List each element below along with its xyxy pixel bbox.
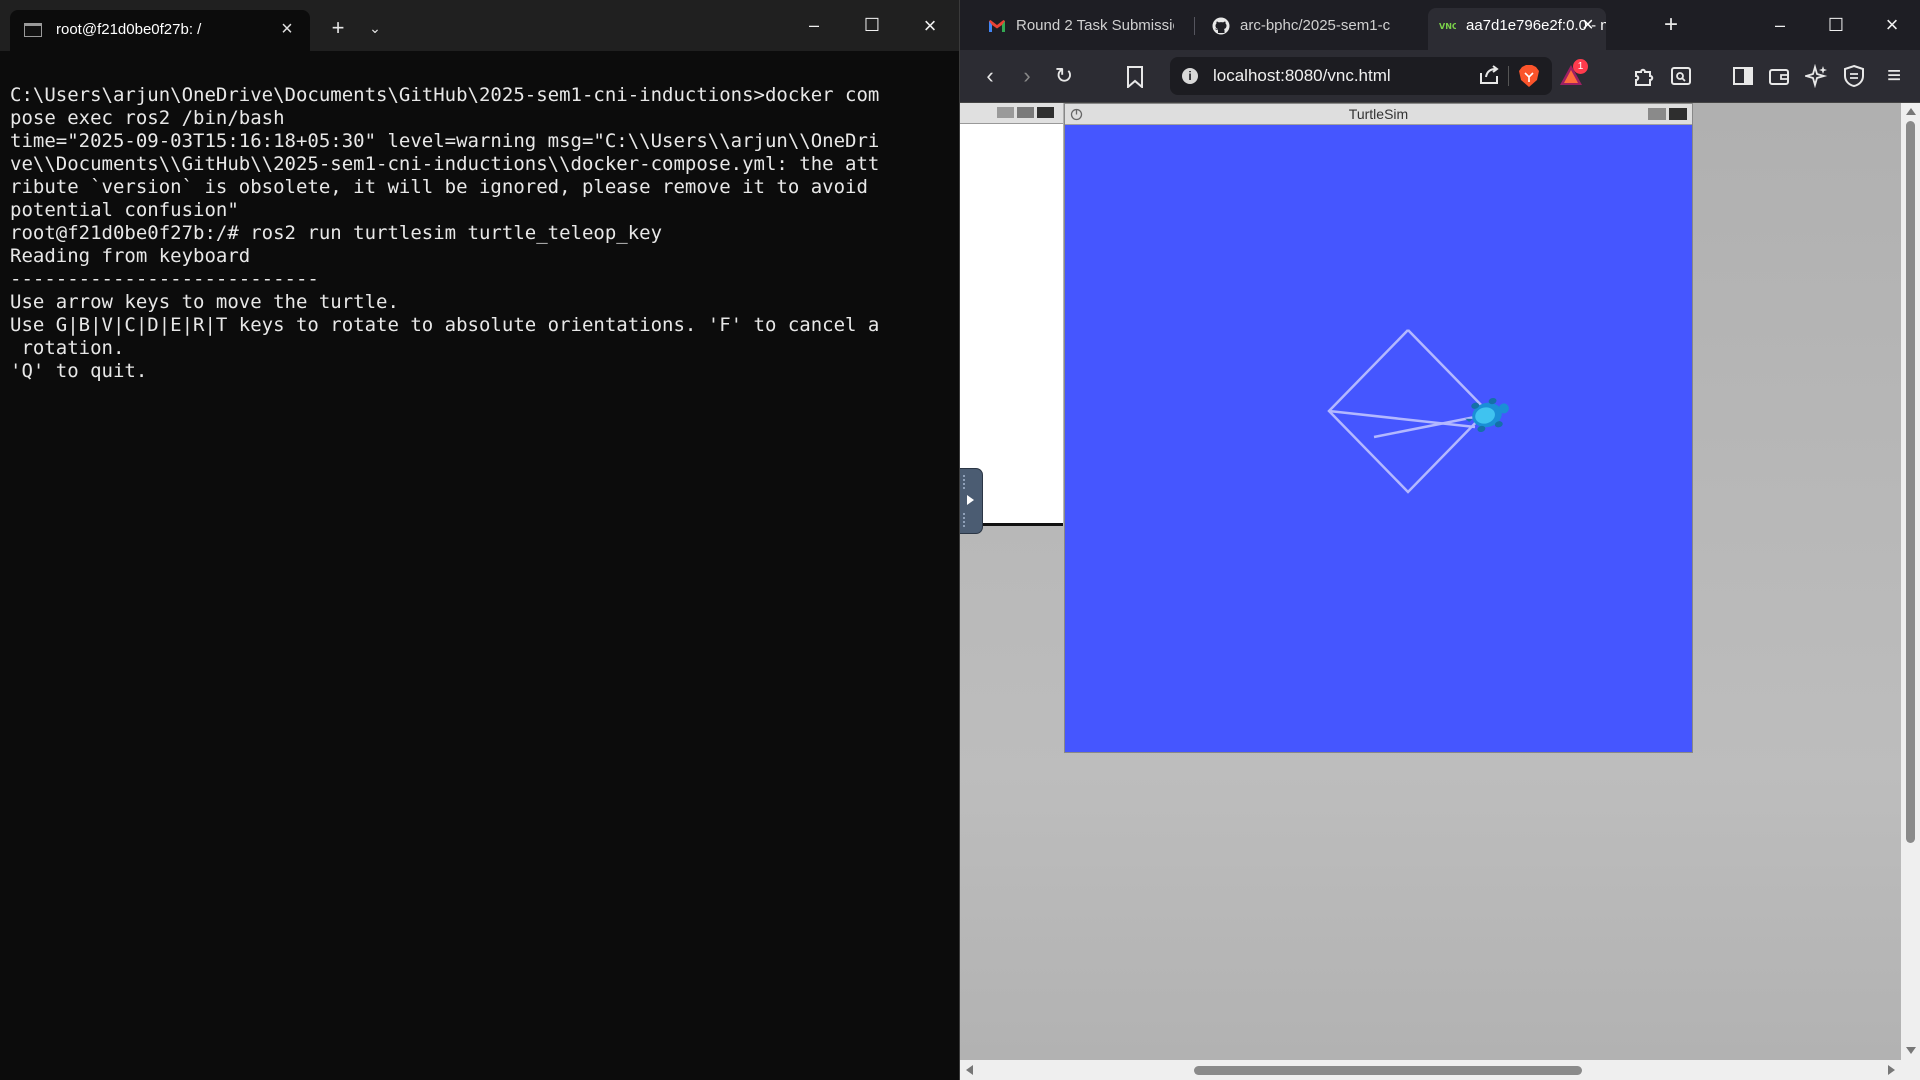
tab-label: Round 2 Task Submission	[1016, 17, 1174, 34]
turtlesim-iconify-button[interactable]	[1648, 108, 1666, 120]
canvas-background	[1065, 125, 1692, 752]
wallet-icon[interactable]	[1768, 65, 1790, 87]
browser-toolbar: ‹ › ↻ i localhost:8080/vnc.html 1 ≡	[960, 50, 1920, 103]
xterm-close-button[interactable]	[1037, 107, 1054, 118]
tab-label: arc-bphc/2025-sem1-cni-	[1240, 17, 1390, 34]
turtlesim-window[interactable]: TurtleSim	[1064, 103, 1693, 753]
novnc-control-bar-handle[interactable]	[960, 469, 982, 533]
brave-shields-icon[interactable]	[1518, 64, 1540, 88]
notification-badge: 1	[1573, 59, 1588, 74]
window-menu-icon[interactable]	[1070, 108, 1083, 121]
tab-github[interactable]: arc-bphc/2025-sem1-cni-	[1202, 8, 1390, 44]
github-icon	[1212, 17, 1230, 35]
terminal-line: Use G|B|V|C|D|E|R|T keys to rotate to ab…	[10, 314, 880, 336]
horizontal-scrollbar[interactable]	[960, 1060, 1920, 1080]
divider	[1508, 66, 1509, 86]
new-tab-button[interactable]: +	[326, 16, 350, 40]
forward-icon[interactable]: ›	[1013, 62, 1041, 90]
maximize-button[interactable]: ☐	[844, 0, 900, 51]
minimize-button[interactable]: –	[786, 0, 842, 51]
url-text: localhost:8080/vnc.html	[1213, 66, 1391, 85]
vertical-scroll-thumb[interactable]	[1906, 121, 1915, 843]
vertical-scrollbar[interactable]	[1901, 103, 1920, 1060]
terminal-titlebar: root@f21d0be0f27b: / × + ⌄ – ☐ ×	[0, 0, 959, 51]
scroll-right-arrow[interactable]	[1888, 1065, 1895, 1075]
site-info-icon[interactable]: i	[1182, 68, 1198, 84]
scroll-left-arrow[interactable]	[966, 1065, 973, 1075]
horizontal-scroll-thumb[interactable]	[1194, 1066, 1582, 1075]
sidebar-icon[interactable]	[1732, 65, 1754, 87]
terminal-line: Reading from keyboard	[10, 245, 251, 267]
terminal-line: rotation.	[10, 337, 125, 359]
reload-icon[interactable]: ↻	[1050, 62, 1078, 90]
terminal-line: C:\Users\arjun\OneDrive\Documents\GitHub…	[10, 84, 880, 106]
vnc-viewport[interactable]: TurtleSim	[960, 103, 1901, 1060]
turtlesim-titlebar[interactable]: TurtleSim	[1065, 104, 1692, 125]
terminal-line: ribute `version` is obsolete, it will be…	[10, 176, 868, 198]
share-icon[interactable]	[1478, 64, 1500, 86]
terminal-line: ---------------------------	[10, 268, 319, 290]
tab-vnc[interactable]: VNC aa7d1e796e2f:0.0 - n ×	[1428, 8, 1606, 50]
extensions-icon[interactable]	[1632, 64, 1656, 88]
leo-ai-icon[interactable]	[1805, 64, 1829, 88]
terminal-line: potential confusion"	[10, 199, 239, 221]
xterm-iconify-button[interactable]	[997, 107, 1014, 118]
terminal-icon	[24, 23, 42, 37]
vpn-icon[interactable]	[1843, 64, 1865, 88]
bookmark-icon[interactable]	[1126, 66, 1144, 88]
tab-separator	[1194, 17, 1195, 35]
turtlesim-title: TurtleSim	[1348, 106, 1409, 122]
new-tab-button[interactable]: +	[1664, 11, 1678, 39]
terminal-line: time="2025-09-03T15:16:18+05:30" level=w…	[10, 130, 880, 152]
maximize-button[interactable]: ☐	[1808, 0, 1864, 50]
close-window-button[interactable]: ×	[1864, 0, 1920, 50]
xterm-window[interactable]	[960, 103, 1063, 526]
browser-tabstrip: Round 2 Task Submission arc-bphc/2025-se…	[960, 0, 1920, 50]
expand-arrow-icon	[967, 495, 974, 505]
xterm-titlebar[interactable]	[960, 103, 1063, 124]
back-icon[interactable]: ‹	[976, 62, 1004, 90]
terminal-tab-label: root@f21d0be0f27b: /	[56, 21, 202, 38]
chevron-down-icon[interactable]: ⌄	[365, 18, 385, 38]
close-window-button[interactable]: ×	[902, 0, 958, 51]
terminal-line: ve\\Documents\\GitHub\\2025-sem1-cni-ind…	[10, 153, 880, 175]
gmail-icon	[989, 20, 1005, 32]
turtlesim-close-button[interactable]	[1669, 108, 1687, 120]
menu-icon[interactable]: ≡	[1880, 62, 1908, 90]
address-bar[interactable]: i localhost:8080/vnc.html	[1170, 57, 1552, 95]
scroll-down-arrow[interactable]	[1906, 1047, 1916, 1054]
tab-gmail[interactable]: Round 2 Task Submission	[978, 8, 1174, 44]
minimize-button[interactable]: –	[1752, 0, 1808, 50]
terminal-line: pose exec ros2 /bin/bash	[10, 107, 285, 129]
terminal-output[interactable]: C:\Users\arjun\OneDrive\Documents\GitHub…	[10, 84, 940, 383]
svg-text:VNC: VNC	[1439, 22, 1456, 31]
screenshot-icon[interactable]	[1670, 65, 1692, 87]
grip-icon	[963, 475, 968, 489]
xterm-maximize-button[interactable]	[1017, 107, 1034, 118]
close-tab-icon[interactable]: ×	[1582, 14, 1594, 37]
vnc-icon: VNC	[1438, 21, 1456, 31]
grip-icon	[963, 513, 968, 527]
terminal-line: Use arrow keys to move the turtle.	[10, 291, 399, 313]
terminal-line: 'Q' to quit.	[10, 360, 148, 382]
browser-window: Round 2 Task Submission arc-bphc/2025-se…	[960, 0, 1920, 1080]
turtlesim-canvas[interactable]	[1065, 125, 1692, 752]
terminal-tab[interactable]: root@f21d0be0f27b: / ×	[10, 10, 310, 51]
terminal-line: root@f21d0be0f27b:/# ros2 run turtlesim …	[10, 222, 663, 244]
terminal-window: root@f21d0be0f27b: / × + ⌄ – ☐ × C:\User…	[0, 0, 960, 1080]
scroll-up-arrow[interactable]	[1906, 108, 1916, 115]
close-tab-icon[interactable]: ×	[275, 17, 299, 41]
